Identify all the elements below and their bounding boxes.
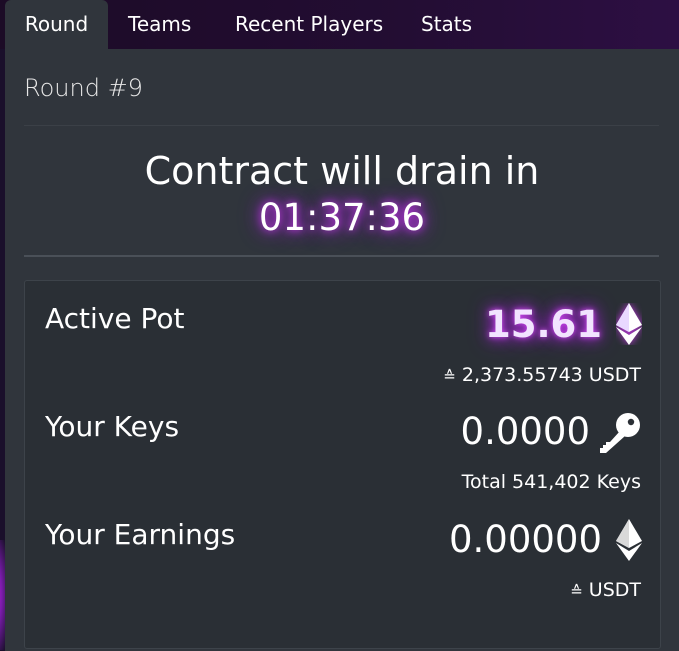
earnings-usdt-value: USDT [588,579,641,601]
active-pot-value: 15.61 [484,303,602,346]
drain-heading: Contract will drain in [144,149,540,193]
divider [24,255,659,257]
active-pot-label: Active Pot [45,302,185,335]
active-pot-usdt: ≙ 2,373.55743 USDT [443,364,641,386]
your-earnings-value: 0.00000 [448,518,602,561]
tab-round[interactable]: Round [5,0,108,49]
active-pot-usdt-value: 2,373.55743 USDT [461,364,641,386]
round-title: Round #9 [24,74,143,102]
equivalent-icon: ≙ [570,582,583,600]
stats-card: Active Pot 15.61 ≙ 2,373.55743 USDT Your … [24,280,661,649]
your-keys-label: Your Keys [45,410,180,443]
ethereum-icon [616,519,642,561]
ethereum-icon [616,303,642,345]
tab-teams[interactable]: Teams [128,0,191,49]
tab-bar: Round Teams Recent Players Stats [0,0,679,49]
tab-stats[interactable]: Stats [421,0,472,49]
tab-recent-players[interactable]: Recent Players [235,0,383,49]
total-keys: Total 541,402 Keys [461,471,641,493]
equivalent-icon: ≙ [443,367,456,385]
divider [24,125,659,126]
key-icon[interactable] [598,412,642,454]
your-keys-value: 0.0000 [460,410,590,453]
round-panel: Round #9 Contract will drain in 01:37:36… [5,49,679,651]
countdown-timer: 01:37:36 [258,196,426,239]
your-earnings-label: Your Earnings [45,518,236,551]
earnings-usdt: ≙ USDT [570,579,641,601]
